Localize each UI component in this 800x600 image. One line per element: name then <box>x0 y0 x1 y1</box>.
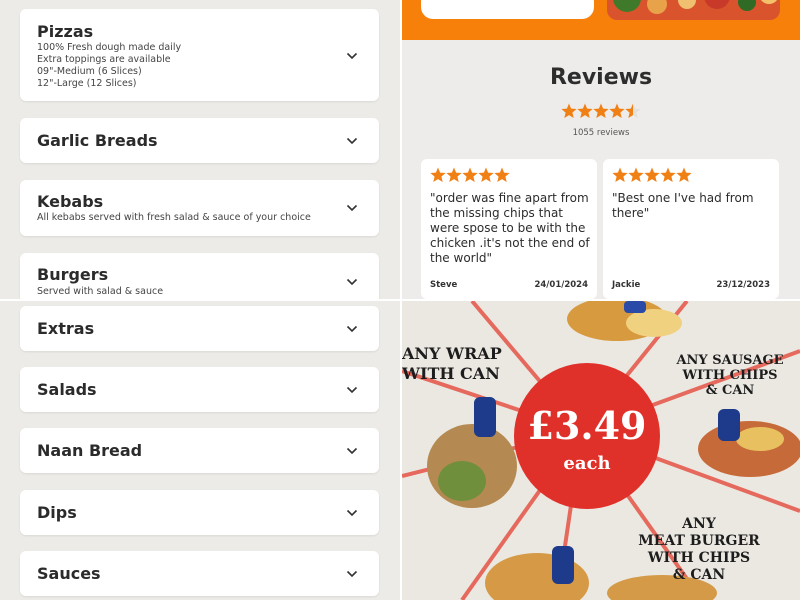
category-dips[interactable]: Dips <box>20 490 379 535</box>
chevron-down-icon[interactable] <box>346 509 358 517</box>
promo-sausage-text: ANY SAUSAGE WITH CHIPS & CAN <box>660 353 800 398</box>
category-title: Dips <box>37 503 77 522</box>
promo-price-sub: each <box>563 453 611 474</box>
reviews-count: 1055 reviews <box>572 128 630 138</box>
promo-price: £3.49 <box>527 403 647 448</box>
chevron-down-icon[interactable] <box>346 386 358 394</box>
category-title: Garlic Breads <box>37 131 158 150</box>
pizza-image <box>607 0 780 20</box>
promo-sausage-line: WITH CHIPS <box>682 368 778 383</box>
category-kebabs[interactable]: Kebabs All kebabs served with fresh sala… <box>20 180 379 236</box>
reviews-title: Reviews <box>549 65 653 90</box>
review-card: "Best one I've had from there" Jackie 23… <box>603 159 779 299</box>
review-card: "order was fine apart from the missing c… <box>421 159 597 299</box>
category-sauces[interactable]: Sauces <box>20 551 379 596</box>
category-description-line: 09"-Medium (6 Slices) <box>37 66 142 77</box>
header-pill <box>421 0 594 19</box>
category-description-line: 100% Fresh dough made daily <box>37 42 182 53</box>
promo-sausage-line: & CAN <box>705 383 755 398</box>
category-description-line: Served with salad & sauce <box>37 286 164 297</box>
chevron-down-icon[interactable] <box>346 570 358 578</box>
category-naan-bread[interactable]: Naan Bread <box>20 428 379 473</box>
category-extras[interactable]: Extras <box>20 306 379 351</box>
promo-wrap-line: ANY WRAP <box>402 344 502 363</box>
promo-burger-line: ANY <box>682 516 716 532</box>
review-author: Steve <box>430 280 458 290</box>
category-description-line: 12"-Large (12 Slices) <box>37 78 137 89</box>
category-title: Burgers <box>37 265 109 284</box>
category-title: Salads <box>37 380 97 399</box>
promo-burger-text: ANY MEAT BURGER WITH CHIPS & CAN <box>624 516 774 584</box>
star-icon <box>430 167 510 182</box>
menu-panel-top: Pizzas 100% Fresh dough made daily Extra… <box>0 0 400 299</box>
promo-wrap-line: WITH CAN <box>402 364 500 383</box>
rating-stars-icon <box>561 103 641 118</box>
reviews-panel: Reviews 1055 reviews "order was fine apa… <box>402 0 800 299</box>
promo-burger-line: & CAN <box>672 567 726 583</box>
category-title: Extras <box>37 319 95 338</box>
category-burgers[interactable]: Burgers Served with salad & sauce <box>20 253 379 299</box>
chevron-down-icon[interactable] <box>346 278 358 286</box>
chevron-down-icon[interactable] <box>346 447 358 455</box>
review-date: 23/12/2023 <box>716 280 770 290</box>
category-description-line: All kebabs served with fresh salad & sau… <box>37 212 311 223</box>
promo-wrap-text: ANY WRAP WITH CAN <box>402 344 502 384</box>
promo-poster-image: £3.49 each ANY WRAP WITH CAN ANY SAUSAGE… <box>402 301 800 600</box>
category-title: Kebabs <box>37 192 104 211</box>
category-salads[interactable]: Salads <box>20 367 379 412</box>
category-title: Pizzas <box>37 22 94 41</box>
chevron-down-icon[interactable] <box>346 325 358 333</box>
review-quote: "Best one I've had from there" <box>612 191 754 220</box>
review-author: Jackie <box>612 280 641 290</box>
menu-panel-bottom: Extras Salads Naan Bread Dips Sauces <box>0 301 400 600</box>
category-pizzas[interactable]: Pizzas 100% Fresh dough made daily Extra… <box>20 9 379 101</box>
promo-burger-line: WITH CHIPS <box>647 550 751 566</box>
category-garlic-breads[interactable]: Garlic Breads <box>20 118 379 163</box>
category-title: Sauces <box>37 564 101 583</box>
chevron-down-icon[interactable] <box>346 52 358 60</box>
category-description-line: Extra toppings are available <box>37 54 171 65</box>
promo-burger-line: MEAT BURGER <box>638 533 760 549</box>
star-icon <box>612 167 692 182</box>
review-date: 24/01/2024 <box>534 280 588 290</box>
promo-sausage-line: ANY SAUSAGE <box>676 353 784 368</box>
chevron-down-icon[interactable] <box>346 204 358 212</box>
chevron-down-icon[interactable] <box>346 137 358 145</box>
review-quote: "order was fine apart from the missing c… <box>430 191 590 265</box>
category-title: Naan Bread <box>37 441 143 460</box>
